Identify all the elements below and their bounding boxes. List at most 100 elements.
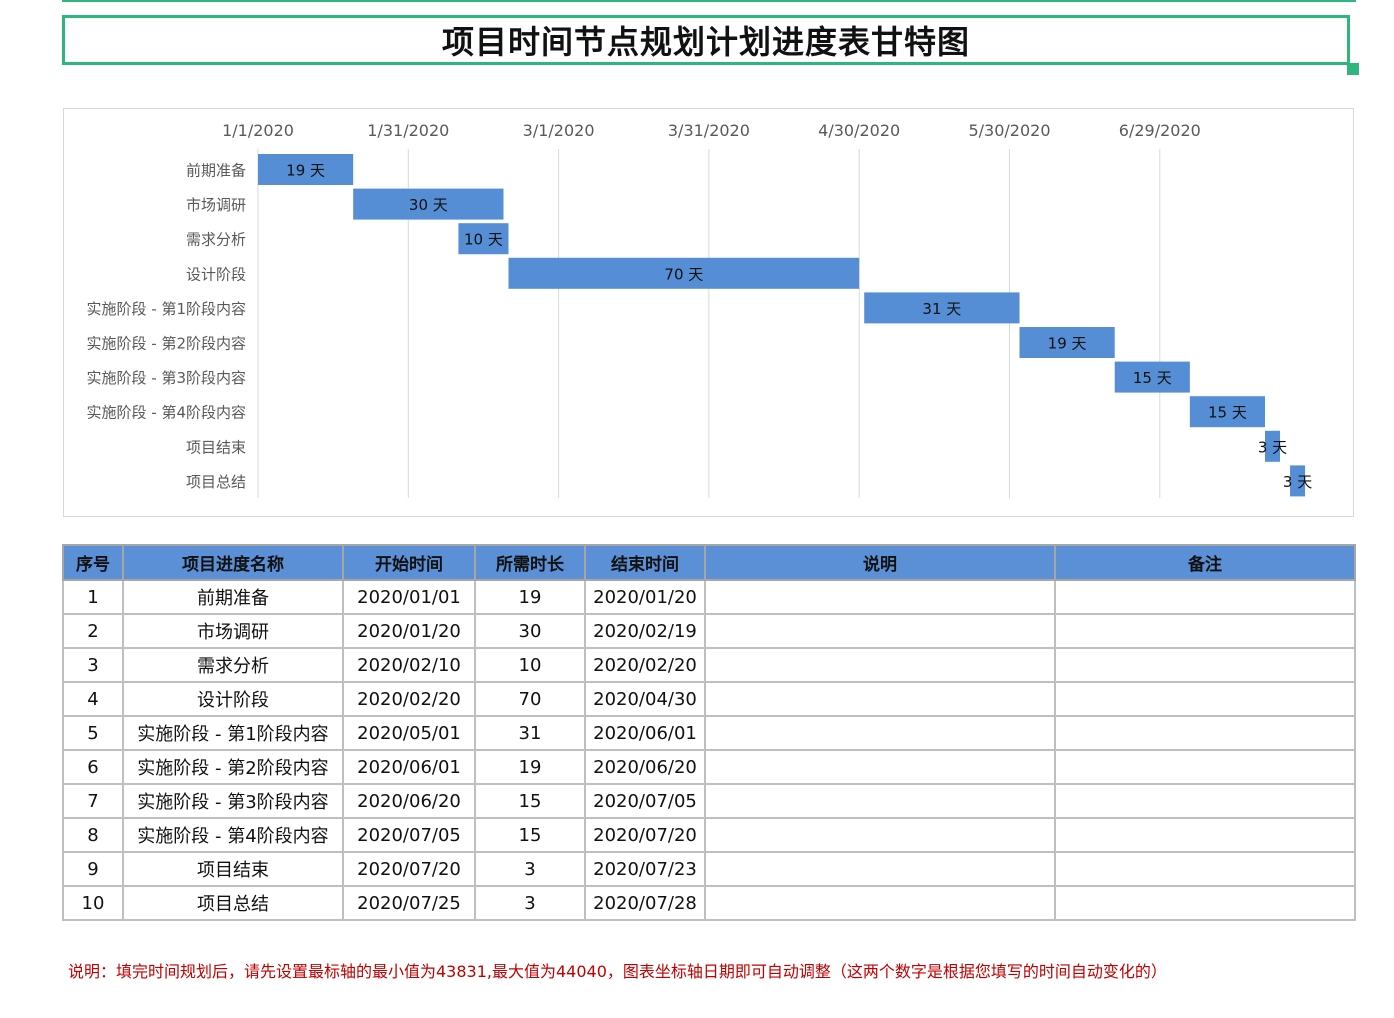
cell-end[interactable]: 2020/06/01 [584,715,706,751]
cell-task-name[interactable]: 实施阶段 - 第2阶段内容 [122,749,344,785]
table-row: 6 实施阶段 - 第2阶段内容 2020/06/01 19 2020/06/20 [62,749,1356,785]
cell-index[interactable]: 8 [62,817,124,853]
cell-remarks[interactable] [1054,817,1356,853]
x-tick-label: 3/1/2020 [523,121,595,140]
bar-data-label: 30 天 [409,196,448,214]
cell-start[interactable]: 2020/06/01 [342,749,476,785]
bar-data-label: 19 天 [286,162,325,180]
cell-index[interactable]: 5 [62,715,124,751]
cell-end[interactable]: 2020/06/20 [584,749,706,785]
cell-remarks[interactable] [1054,647,1356,683]
cell-remarks[interactable] [1054,579,1356,615]
cell-end[interactable]: 2020/07/28 [584,885,706,921]
task-label: 项目结束 [186,438,246,456]
cell-task-name[interactable]: 项目结束 [122,851,344,887]
table-header-row: 序号 项目进度名称 开始时间 所需时长 结束时间 说明 备注 [62,544,1356,581]
cell-start[interactable]: 2020/07/20 [342,851,476,887]
cell-duration[interactable]: 15 [474,783,586,819]
bar-data-label: 70 天 [664,265,703,283]
table-row: 10 项目总结 2020/07/25 3 2020/07/28 [62,885,1356,921]
x-tick-label: 4/30/2020 [818,121,900,140]
x-tick-label: 1/31/2020 [367,121,449,140]
header-end: 结束时间 [584,544,706,581]
cell-index[interactable]: 9 [62,851,124,887]
x-tick-label: 6/29/2020 [1119,121,1201,140]
cell-description[interactable] [704,885,1056,921]
table-row: 1 前期准备 2020/01/01 19 2020/01/20 [62,579,1356,615]
cell-start[interactable]: 2020/02/10 [342,647,476,683]
cell-duration[interactable]: 19 [474,749,586,785]
cell-description[interactable] [704,817,1056,853]
cell-duration[interactable]: 31 [474,715,586,751]
cell-start[interactable]: 2020/02/20 [342,681,476,717]
cell-duration[interactable]: 3 [474,885,586,921]
cell-duration[interactable]: 3 [474,851,586,887]
cell-task-name[interactable]: 设计阶段 [122,681,344,717]
cell-remarks[interactable] [1054,681,1356,717]
cell-duration[interactable]: 70 [474,681,586,717]
cell-start[interactable]: 2020/01/20 [342,613,476,649]
cell-end[interactable]: 2020/01/20 [584,579,706,615]
cell-start[interactable]: 2020/06/20 [342,783,476,819]
cell-remarks[interactable] [1054,885,1356,921]
bar-data-label: 15 天 [1208,404,1247,422]
cell-index[interactable]: 3 [62,647,124,683]
task-label: 前期准备 [186,162,246,180]
resize-handle[interactable] [1347,63,1359,75]
cell-remarks[interactable] [1054,783,1356,819]
cell-index[interactable]: 4 [62,681,124,717]
cell-end[interactable]: 2020/07/05 [584,783,706,819]
table-row: 3 需求分析 2020/02/10 10 2020/02/20 [62,647,1356,683]
schedule-table: 序号 项目进度名称 开始时间 所需时长 结束时间 说明 备注 1 前期准备 2020… [62,544,1356,921]
instruction-note: 说明：填完时间规划后，请先设置最标轴的最小值为43831,最大值为44040，图… [68,962,1167,981]
cell-description[interactable] [704,681,1056,717]
cell-duration[interactable]: 30 [474,613,586,649]
gantt-chart[interactable]: 1/1/2020 1/31/2020 3/1/2020 3/31/2020 4/30/2… [63,108,1354,517]
cell-task-name[interactable]: 实施阶段 - 第1阶段内容 [122,715,344,751]
header-start: 开始时间 [342,544,476,581]
cell-duration[interactable]: 10 [474,647,586,683]
cell-description[interactable] [704,613,1056,649]
cell-index[interactable]: 1 [62,579,124,615]
cell-start[interactable]: 2020/01/01 [342,579,476,615]
cell-index[interactable]: 10 [62,885,124,921]
cell-end[interactable]: 2020/07/20 [584,817,706,853]
cell-description[interactable] [704,647,1056,683]
cell-description[interactable] [704,851,1056,887]
cell-remarks[interactable] [1054,715,1356,751]
cell-start[interactable]: 2020/07/05 [342,817,476,853]
gantt-chart-svg: 1/1/2020 1/31/2020 3/1/2020 3/31/2020 4/30/2… [87,121,1312,498]
cell-end[interactable]: 2020/02/19 [584,613,706,649]
task-label: 市场调研 [186,196,246,214]
cell-duration[interactable]: 15 [474,817,586,853]
cell-index[interactable]: 7 [62,783,124,819]
bar-data-label: 19 天 [1048,335,1087,353]
cell-task-name[interactable]: 实施阶段 - 第4阶段内容 [122,817,344,853]
cell-description[interactable] [704,783,1056,819]
cell-end[interactable]: 2020/07/23 [584,851,706,887]
cell-description[interactable] [704,715,1056,751]
cell-index[interactable]: 2 [62,613,124,649]
cell-duration[interactable]: 19 [474,579,586,615]
cell-index[interactable]: 6 [62,749,124,785]
cell-end[interactable]: 2020/02/20 [584,647,706,683]
title-box[interactable]: 项目时间节点规划计划进度表甘特图 [62,15,1350,65]
cell-end[interactable]: 2020/04/30 [584,681,706,717]
cell-task-name[interactable]: 实施阶段 - 第3阶段内容 [122,783,344,819]
cell-description[interactable] [704,749,1056,785]
header-task-name: 项目进度名称 [122,544,344,581]
cell-start[interactable]: 2020/07/25 [342,885,476,921]
cell-remarks[interactable] [1054,749,1356,785]
cell-task-name[interactable]: 项目总结 [122,885,344,921]
header-duration: 所需时长 [474,544,586,581]
task-label: 实施阶段 - 第3阶段内容 [87,369,247,387]
cell-task-name[interactable]: 前期准备 [122,579,344,615]
cell-task-name[interactable]: 市场调研 [122,613,344,649]
cell-task-name[interactable]: 需求分析 [122,647,344,683]
cell-start[interactable]: 2020/05/01 [342,715,476,751]
task-label: 实施阶段 - 第1阶段内容 [87,300,247,318]
table-row: 8 实施阶段 - 第4阶段内容 2020/07/05 15 2020/07/20 [62,817,1356,853]
cell-description[interactable] [704,579,1056,615]
cell-remarks[interactable] [1054,851,1356,887]
cell-remarks[interactable] [1054,613,1356,649]
